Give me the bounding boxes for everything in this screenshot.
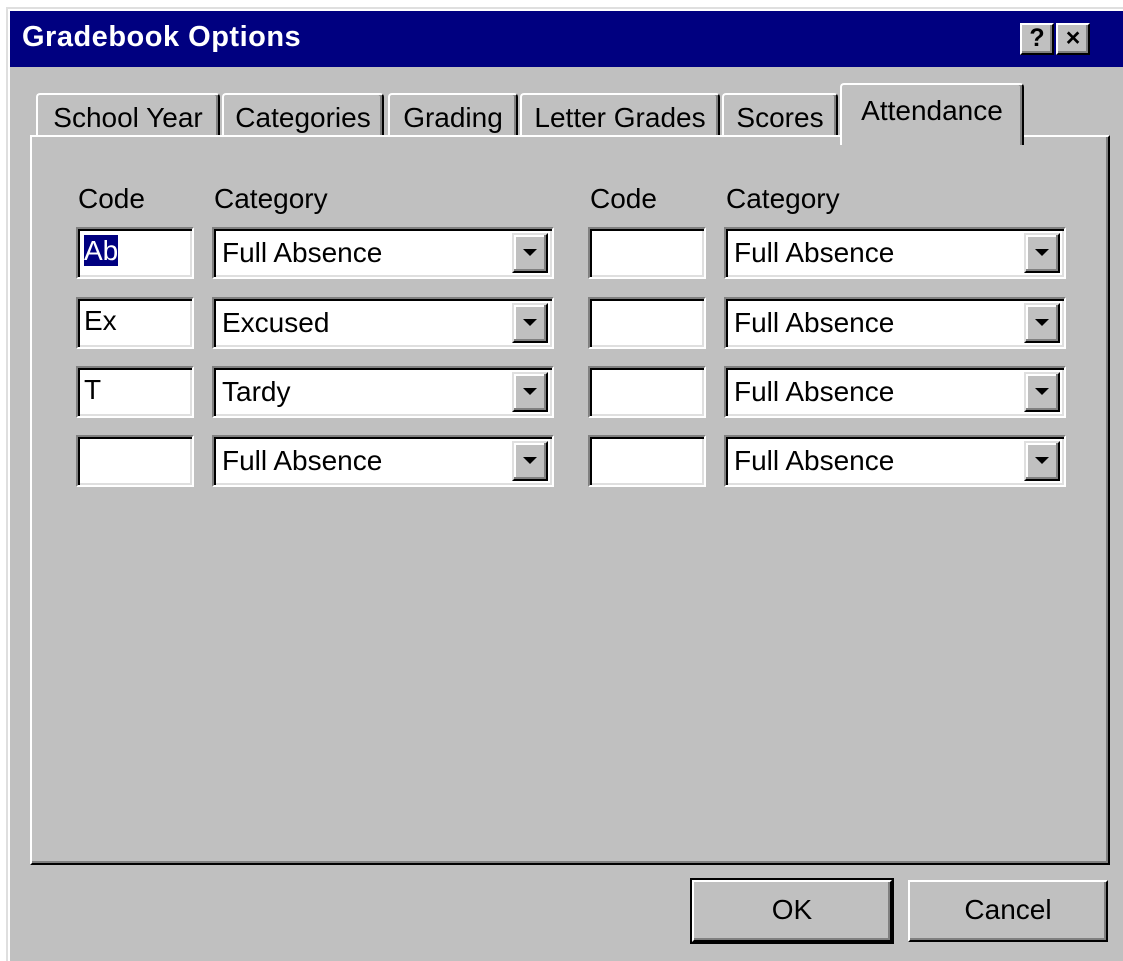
category-value: Tardy bbox=[222, 376, 291, 407]
category-value: Full Absence bbox=[734, 237, 895, 268]
right-category-header: Category bbox=[726, 183, 840, 214]
category-value: Excused bbox=[222, 307, 330, 338]
category-value: Full Absence bbox=[222, 445, 383, 476]
dropdown-button[interactable] bbox=[1024, 303, 1060, 343]
dropdown-button[interactable] bbox=[1024, 233, 1060, 273]
code-input-left-3[interactable]: T bbox=[76, 366, 194, 418]
chevron-down-icon bbox=[523, 457, 537, 464]
category-value: Full Absence bbox=[734, 376, 895, 407]
dropdown-button[interactable] bbox=[512, 303, 548, 343]
category-value: Full Absence bbox=[222, 237, 383, 268]
chevron-down-icon bbox=[1035, 457, 1049, 464]
ok-button[interactable]: OK bbox=[690, 878, 894, 944]
code-input-left-4[interactable] bbox=[76, 435, 194, 487]
cancel-button[interactable]: Cancel bbox=[908, 880, 1108, 942]
close-button[interactable]: × bbox=[1056, 23, 1090, 55]
code-input-right-4[interactable] bbox=[588, 435, 706, 487]
chevron-down-icon bbox=[523, 388, 537, 395]
right-code-header: Code bbox=[590, 183, 657, 214]
chevron-down-icon bbox=[1035, 388, 1049, 395]
left-category-header: Category bbox=[214, 183, 328, 214]
category-value: Full Absence bbox=[734, 307, 895, 338]
attendance-panel: Code Category Code Category Ab Full Abse… bbox=[30, 135, 1110, 865]
chevron-down-icon bbox=[523, 319, 537, 326]
category-select-right-1[interactable]: Full Absence bbox=[724, 227, 1066, 279]
category-select-left-3[interactable]: Tardy bbox=[212, 366, 554, 418]
category-value: Full Absence bbox=[734, 445, 895, 476]
category-select-left-2[interactable]: Excused bbox=[212, 297, 554, 349]
dropdown-button[interactable] bbox=[512, 372, 548, 412]
chevron-down-icon bbox=[1035, 249, 1049, 256]
code-input-right-1[interactable] bbox=[588, 227, 706, 279]
code-input-left-1[interactable]: Ab bbox=[76, 227, 194, 279]
chevron-down-icon bbox=[523, 249, 537, 256]
left-code-header: Code bbox=[78, 183, 145, 214]
category-select-right-4[interactable]: Full Absence bbox=[724, 435, 1066, 487]
window-title: Gradebook Options bbox=[22, 21, 302, 53]
category-select-right-3[interactable]: Full Absence bbox=[724, 366, 1066, 418]
dropdown-button[interactable] bbox=[1024, 441, 1060, 481]
tab-attendance[interactable]: Attendance bbox=[840, 83, 1024, 145]
title-bar: Gradebook Options ? × bbox=[10, 11, 1123, 67]
code-input-selection: Ab bbox=[84, 235, 119, 266]
category-select-right-2[interactable]: Full Absence bbox=[724, 297, 1066, 349]
dropdown-button[interactable] bbox=[1024, 372, 1060, 412]
code-input-left-2[interactable]: Ex bbox=[76, 297, 194, 349]
category-select-left-1[interactable]: Full Absence bbox=[212, 227, 554, 279]
category-select-left-4[interactable]: Full Absence bbox=[212, 435, 554, 487]
gradebook-options-dialog: Gradebook Options ? × School Year Catego… bbox=[6, 7, 1123, 961]
code-input-right-2[interactable] bbox=[588, 297, 706, 349]
dropdown-button[interactable] bbox=[512, 441, 548, 481]
help-button[interactable]: ? bbox=[1020, 23, 1054, 55]
dropdown-button[interactable] bbox=[512, 233, 548, 273]
chevron-down-icon bbox=[1035, 319, 1049, 326]
code-input-right-3[interactable] bbox=[588, 366, 706, 418]
